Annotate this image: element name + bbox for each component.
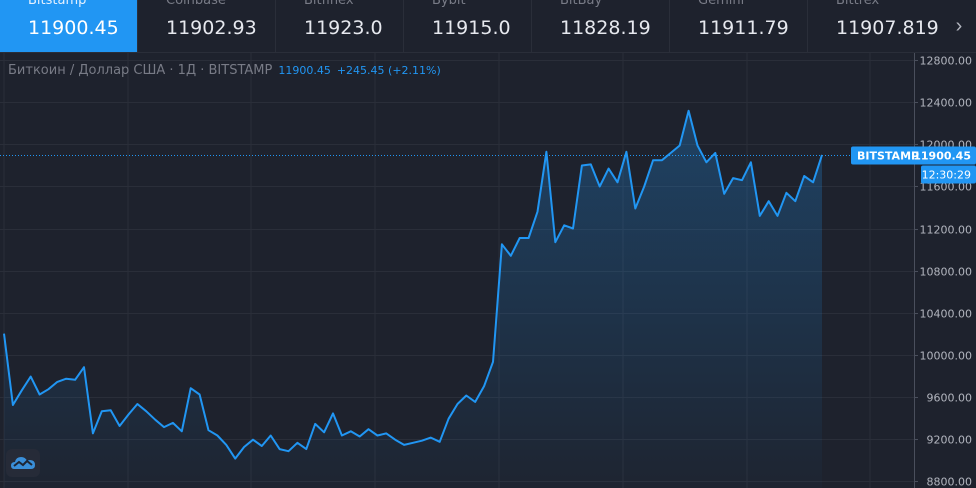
price-label-text: BITSTAMP [857, 150, 919, 163]
y-tick-label: 12800.00 [920, 55, 973, 68]
exchange-tabs: Bitstamp 11900.45 Coinbase 11902.93 Bitf… [0, 0, 976, 53]
y-tick-label: 10000.00 [920, 350, 973, 363]
tab-price: 11902.93 [166, 17, 257, 39]
tab-exchange-name: Bitstamp [28, 0, 87, 8]
y-tick-label: 10400.00 [920, 308, 973, 321]
tab-price: 11923.0 [304, 17, 383, 39]
tab-price: 11828.19 [560, 17, 651, 39]
chevron-right-icon: › [955, 14, 963, 37]
tab-exchange-name: Bittrex [836, 0, 880, 8]
y-tick-label: 8800.00 [927, 476, 973, 488]
cloud-logo-icon[interactable] [6, 449, 40, 477]
tab-bitbay[interactable]: BitBay 11828.19 [532, 0, 670, 52]
y-tick-label: 12400.00 [920, 97, 973, 110]
cloud-logo-glyph [11, 457, 35, 469]
symbol-title: Биткоин / Доллар США · 1Д · BITSTAMP [8, 63, 273, 78]
y-tick-label: 11200.00 [920, 224, 973, 237]
tab-gemini[interactable]: Gemini 11911.79 [670, 0, 808, 52]
symbol-legend: Биткоин / Доллар США · 1Д · BITSTAMP 1190… [8, 63, 441, 78]
price-axis[interactable]: 8800.00 9200.00 9600.00 10000.00 10400.00 108… [914, 52, 972, 488]
tab-coinbase[interactable]: Coinbase 11902.93 [138, 0, 276, 52]
tab-bybit[interactable]: Bybit 11915.0 [404, 0, 532, 52]
tab-exchange-name: Gemini [698, 0, 745, 8]
tab-price: 11900.45 [28, 17, 119, 39]
tab-price: 11915.0 [432, 17, 511, 39]
price-area-fill [4, 110, 822, 488]
tab-bitstamp[interactable]: Bitstamp 11900.45 [0, 0, 138, 52]
tab-exchange-name: Bybit [432, 0, 466, 8]
tab-exchange-name: BitBay [560, 0, 603, 8]
price-label-value: 11900.45 [913, 150, 971, 163]
tabs-scroll-button[interactable]: › [942, 0, 976, 52]
y-tick-label: 9200.00 [927, 434, 973, 447]
countdown-label: 12:30:29 [922, 169, 971, 182]
legend-change: +245.45 (+2.11%) [336, 64, 441, 77]
tab-exchange-name: Bitfinex [304, 0, 354, 8]
legend-price: 11900.45 [278, 64, 331, 77]
tab-price: 11911.79 [698, 17, 789, 39]
y-tick-label: 10800.00 [920, 266, 973, 279]
tab-exchange-name: Coinbase [166, 0, 226, 8]
y-tick-label: 9600.00 [927, 392, 973, 405]
tab-price: 11907.819 [836, 17, 939, 39]
tab-bitfinex[interactable]: Bitfinex 11923.0 [276, 0, 404, 52]
